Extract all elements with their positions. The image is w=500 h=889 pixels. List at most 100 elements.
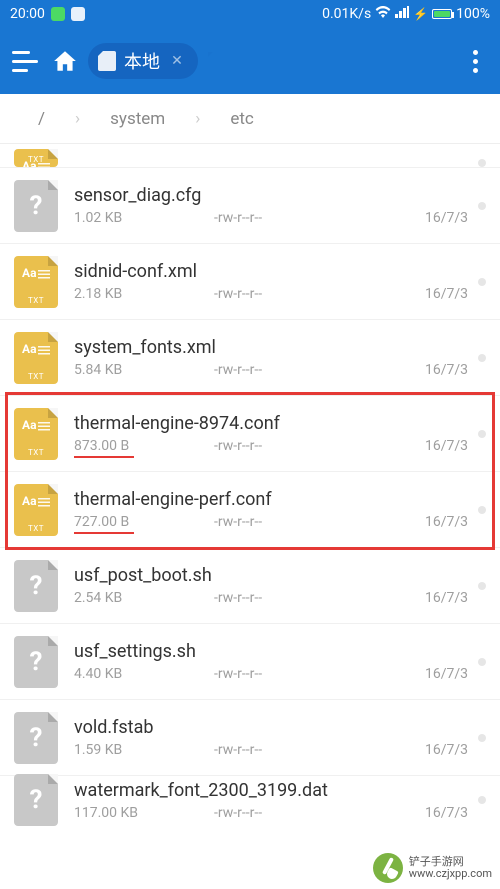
file-size: 2.18 KB [74, 286, 214, 302]
signal-icon [395, 6, 409, 22]
file-date: 16/7/3 [425, 438, 468, 454]
file-row[interactable]: usf_settings.sh 4.40 KB-rw-r--r-- 16/7/3 [0, 624, 500, 700]
file-body: thermal-engine-8974.conf 873.00 B-rw-r--r… [74, 413, 468, 454]
file-date: 16/7/3 [425, 210, 468, 226]
file-row[interactable]: system_fonts.xml 5.84 KB-rw-r--r-- 16/7/3 [0, 320, 500, 396]
text-file-icon [14, 332, 58, 384]
file-name: system_fonts.xml [74, 337, 468, 358]
file-size: 727.00 B [74, 514, 214, 530]
breadcrumb-segment[interactable]: system [80, 109, 195, 129]
watermark-url: www.czjxpp.com [409, 868, 492, 880]
wifi-icon [375, 6, 391, 22]
file-name: sensor_diag.cfg [74, 185, 468, 206]
breadcrumb-root[interactable]: / [8, 109, 75, 129]
file-date: 16/7/3 [425, 805, 468, 821]
file-permissions: -rw-r--r-- [214, 210, 314, 226]
selection-dot[interactable] [478, 278, 486, 286]
file-body: thermal-engine-perf.conf 727.00 B-rw-r--r… [74, 489, 468, 530]
file-date: 16/7/3 [425, 514, 468, 530]
file-name: usf_settings.sh [74, 641, 468, 662]
file-size: 873.00 B [74, 438, 214, 454]
unknown-file-icon [14, 712, 58, 764]
file-name: thermal-engine-perf.conf [74, 489, 468, 510]
unknown-file-icon [14, 636, 58, 688]
network-speed: 0.01K/s [322, 6, 371, 22]
notification-icon [71, 7, 85, 21]
charging-icon: ⚡ [413, 7, 428, 21]
file-size: 4.40 KB [74, 666, 214, 682]
watermark: 铲子手游网 www.czjxpp.com [373, 853, 492, 883]
file-size: 2.54 KB [74, 590, 214, 606]
unknown-file-icon [14, 774, 58, 826]
unknown-file-icon [14, 560, 58, 612]
file-row[interactable]: 17.41 KB-rw-r--r--16/7/3 [0, 144, 500, 168]
file-date: 16/7/3 [425, 666, 468, 682]
selection-dot[interactable] [478, 506, 486, 514]
file-body: usf_post_boot.sh 2.54 KB-rw-r--r-- 16/7/3 [74, 565, 468, 606]
status-time: 20:00 [10, 6, 45, 22]
selection-dot[interactable] [478, 159, 486, 167]
battery-percent: 100% [456, 6, 490, 22]
selection-dot[interactable] [478, 582, 486, 590]
file-date: 16/7/3 [425, 362, 468, 378]
file-permissions: -rw-r--r-- [214, 590, 314, 606]
overflow-menu-button[interactable] [458, 44, 492, 78]
file-date: 16/7/3 [425, 742, 468, 758]
file-name: sidnid-conf.xml [74, 261, 468, 282]
file-body: system_fonts.xml 5.84 KB-rw-r--r-- 16/7/3 [74, 337, 468, 378]
file-permissions: -rw-r--r-- [214, 438, 314, 454]
home-button[interactable] [52, 48, 78, 74]
selection-dot[interactable] [478, 658, 486, 666]
file-body: sidnid-conf.xml 2.18 KB-rw-r--r-- 16/7/3 [74, 261, 468, 302]
file-size: 1.02 KB [74, 210, 214, 226]
file-permissions: -rw-r--r-- [214, 514, 314, 530]
text-file-icon [14, 484, 58, 536]
file-body: watermark_font_2300_3199.dat 117.00 KB-rw… [74, 780, 468, 821]
file-size: 117.00 KB [74, 805, 214, 821]
file-date: 16/7/3 [425, 590, 468, 606]
status-bar: 20:00 0.01K/s ⚡ 100% [0, 0, 500, 28]
location-label: 本地 [124, 48, 160, 74]
selection-dot[interactable] [478, 430, 486, 438]
file-name: thermal-engine-8974.conf [74, 413, 468, 434]
file-row[interactable]: watermark_font_2300_3199.dat 117.00 KB-rw… [0, 776, 500, 824]
file-row[interactable]: sensor_diag.cfg 1.02 KB-rw-r--r-- 16/7/3 [0, 168, 500, 244]
file-date: 16/7/3 [425, 286, 468, 302]
notification-icon [51, 7, 65, 21]
file-permissions: -rw-r--r-- [214, 742, 314, 758]
file-body: usf_settings.sh 4.40 KB-rw-r--r-- 16/7/3 [74, 641, 468, 682]
selection-dot[interactable] [478, 796, 486, 804]
file-name: vold.fstab [74, 717, 468, 738]
storage-icon [98, 51, 116, 71]
text-file-icon [14, 256, 58, 308]
selection-dot[interactable] [478, 734, 486, 742]
file-body: sensor_diag.cfg 1.02 KB-rw-r--r-- 16/7/3 [74, 185, 468, 226]
menu-button[interactable] [8, 44, 42, 78]
battery-icon [432, 9, 452, 19]
file-row[interactable]: thermal-engine-perf.conf 727.00 B-rw-r--r… [0, 472, 500, 548]
file-row[interactable]: sidnid-conf.xml 2.18 KB-rw-r--r-- 16/7/3 [0, 244, 500, 320]
file-size: 1.59 KB [74, 742, 214, 758]
file-name: usf_post_boot.sh [74, 565, 468, 586]
file-row[interactable]: usf_post_boot.sh 2.54 KB-rw-r--r-- 16/7/3 [0, 548, 500, 624]
file-permissions: -rw-r--r-- [214, 805, 314, 821]
storage-icon [208, 52, 226, 70]
file-size: 5.84 KB [74, 362, 214, 378]
location-chip[interactable]: 本地 ✕ [88, 43, 198, 79]
file-permissions: -rw-r--r-- [214, 666, 314, 682]
file-row[interactable]: thermal-engine-8974.conf 873.00 B-rw-r--r… [0, 396, 500, 472]
app-bar: 本地 ✕ [0, 28, 500, 94]
breadcrumb-segment[interactable]: etc [200, 109, 283, 129]
text-file-icon [14, 149, 58, 167]
file-name: watermark_font_2300_3199.dat [74, 780, 468, 801]
file-permissions: -rw-r--r-- [214, 362, 314, 378]
selection-dot[interactable] [478, 202, 486, 210]
close-icon[interactable]: ✕ [168, 52, 186, 70]
file-body: vold.fstab 1.59 KB-rw-r--r-- 16/7/3 [74, 717, 468, 758]
text-file-icon [14, 408, 58, 460]
file-row[interactable]: vold.fstab 1.59 KB-rw-r--r-- 16/7/3 [0, 700, 500, 776]
breadcrumb: / › system › etc [0, 94, 500, 144]
file-list[interactable]: 17.41 KB-rw-r--r--16/7/3 sensor_diag.cfg 1… [0, 144, 500, 889]
file-permissions: -rw-r--r-- [214, 286, 314, 302]
selection-dot[interactable] [478, 354, 486, 362]
